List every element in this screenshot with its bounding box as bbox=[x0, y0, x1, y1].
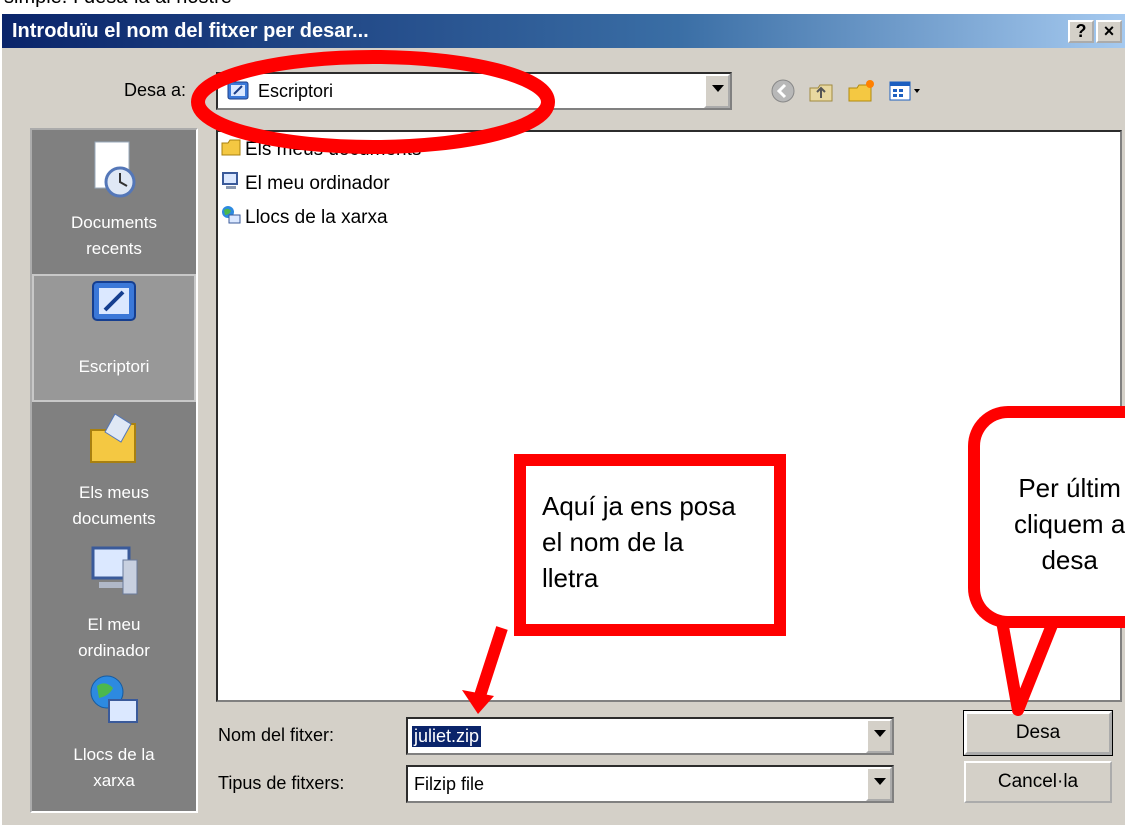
annotation-note-1: Aquí ja ens posa el nom de la lletra bbox=[514, 454, 786, 636]
file-name: El meu ordinador bbox=[245, 173, 390, 195]
annotation-line: lletra bbox=[542, 563, 599, 593]
network-icon bbox=[220, 204, 242, 232]
computer-icon bbox=[220, 170, 242, 198]
cancel-button[interactable]: Cancel·la bbox=[964, 761, 1112, 803]
file-name: Llocs de la xarxa bbox=[245, 207, 388, 229]
file-name: Els meus documents bbox=[245, 139, 422, 161]
filename-input[interactable]: juliet.zip bbox=[412, 726, 482, 747]
annotation-note-2: Per últim cliquem a desa bbox=[968, 406, 1125, 628]
page-caption: simple. I desa-la al nostre bbox=[4, 0, 232, 9]
help-button[interactable]: ? bbox=[1068, 20, 1094, 43]
annotation-line: Per últim bbox=[1018, 473, 1121, 503]
list-item[interactable]: Els meus documents bbox=[220, 136, 421, 166]
place-network[interactable]: Llocs de la xarxa bbox=[32, 670, 196, 798]
filename-dropdown-button[interactable] bbox=[866, 719, 892, 753]
view-menu-icon[interactable] bbox=[886, 76, 936, 106]
filename-combo[interactable]: juliet.zip bbox=[406, 717, 894, 755]
place-label: Els meus bbox=[79, 483, 149, 502]
filename-label: Nom del fitxer: bbox=[218, 725, 335, 745]
filetype-value: Filzip file bbox=[414, 774, 485, 794]
title-bar[interactable]: Introduïu el nom del fitxer per desar...… bbox=[2, 14, 1125, 48]
recent-documents-icon bbox=[94, 141, 136, 198]
list-item[interactable]: Llocs de la xarxa bbox=[220, 204, 388, 234]
network-places-icon bbox=[90, 675, 138, 723]
my-computer-icon bbox=[91, 546, 138, 595]
annotation-line: desa bbox=[1041, 545, 1098, 575]
place-label: El meu bbox=[87, 615, 141, 634]
places-bar: Documents recents Escriptori Els meus do… bbox=[30, 128, 198, 813]
save-in-label: Desa a: bbox=[124, 80, 187, 100]
place-label: documents bbox=[72, 509, 156, 528]
place-label: ordinador bbox=[78, 641, 150, 660]
annotation-line: cliquem a bbox=[1014, 509, 1125, 539]
place-label: Documents bbox=[71, 213, 157, 232]
place-recent-documents[interactable]: Documents recents bbox=[32, 138, 196, 266]
back-icon[interactable] bbox=[768, 76, 798, 106]
filetype-dropdown-button[interactable] bbox=[866, 767, 892, 801]
window-title: Introduïu el nom del fitxer per desar... bbox=[12, 20, 369, 42]
annotation-line: el nom de la bbox=[542, 527, 684, 557]
save-dialog: Introduïu el nom del fitxer per desar...… bbox=[0, 14, 1125, 825]
new-folder-icon[interactable] bbox=[846, 76, 876, 106]
annotation-line: Aquí ja ens posa bbox=[542, 491, 736, 521]
place-label: Escriptori bbox=[78, 357, 150, 376]
save-button[interactable]: Desa bbox=[963, 710, 1113, 756]
place-label: recents bbox=[86, 239, 142, 258]
place-label: xarxa bbox=[93, 771, 135, 790]
place-label: Llocs de la bbox=[73, 745, 155, 764]
place-my-documents[interactable]: Els meus documents bbox=[32, 408, 196, 536]
desktop-icon bbox=[92, 281, 136, 321]
list-item[interactable]: El meu ordinador bbox=[220, 170, 390, 200]
up-folder-icon[interactable] bbox=[806, 76, 836, 106]
save-in-combo[interactable]: Escriptori bbox=[216, 72, 732, 110]
place-desktop[interactable]: Escriptori bbox=[32, 274, 196, 402]
close-button[interactable]: × bbox=[1096, 20, 1122, 43]
save-in-dropdown-button[interactable] bbox=[704, 74, 730, 108]
filetype-combo[interactable]: Filzip file bbox=[406, 765, 894, 803]
save-in-value: Escriptori bbox=[258, 81, 334, 101]
folder-icon bbox=[220, 136, 242, 164]
desktop-icon bbox=[226, 79, 250, 108]
place-my-computer[interactable]: El meu ordinador bbox=[32, 540, 196, 668]
filetype-label: Tipus de fitxers: bbox=[218, 773, 345, 793]
my-documents-icon bbox=[90, 413, 136, 463]
